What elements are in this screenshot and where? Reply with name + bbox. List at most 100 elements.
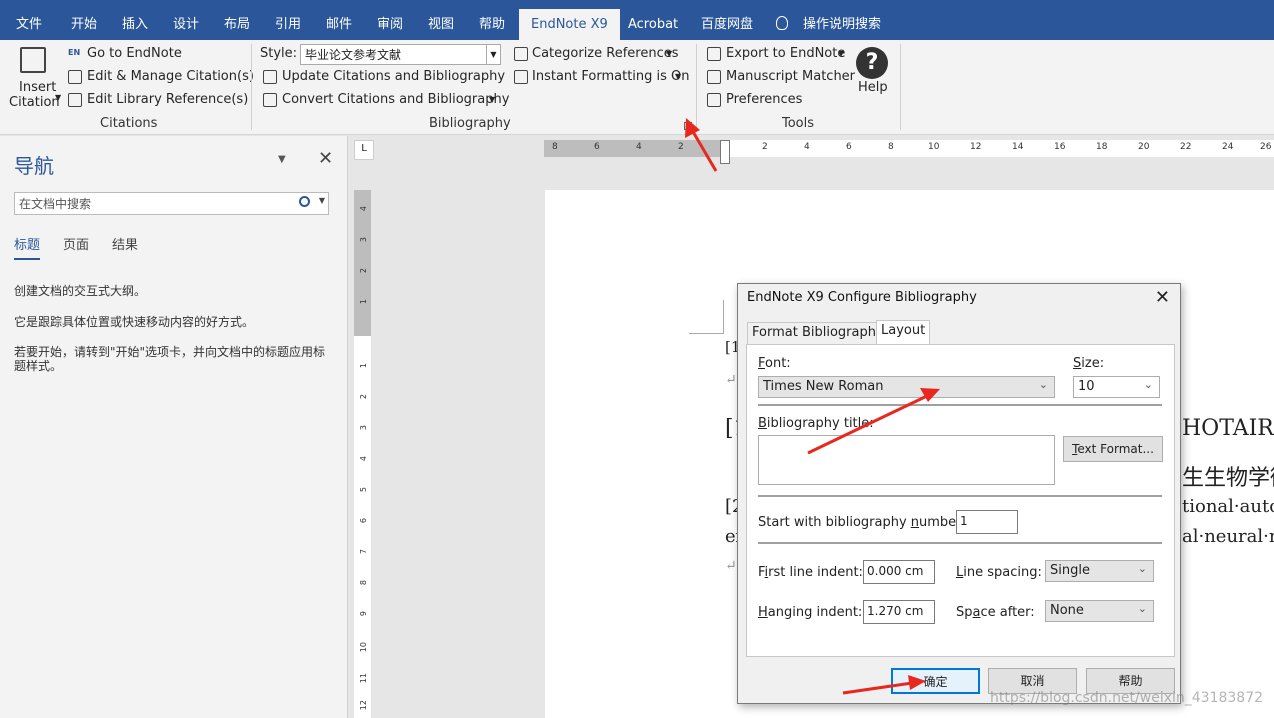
chevron-down-icon[interactable]: ▼ xyxy=(675,72,681,81)
ruler-tick: 4 xyxy=(804,142,810,152)
ruler-tick: 2 xyxy=(359,268,368,274)
ruler-tick: 24 xyxy=(1222,142,1234,152)
ruler-tick: 8 xyxy=(359,580,368,586)
space-after-value: None xyxy=(1050,603,1084,618)
tell-me-search[interactable]: 操作说明搜索 xyxy=(803,9,881,40)
hanging-indent-label: Hanging indent: xyxy=(758,605,863,620)
style-value: 毕业论文参考文献 xyxy=(305,48,402,62)
chevron-down-icon[interactable]: ⌄ xyxy=(1144,378,1153,391)
insert-citation-label[interactable]: Insert xyxy=(19,80,56,95)
edit-citation-icon xyxy=(68,70,82,84)
tab-help[interactable]: 帮助 xyxy=(479,9,505,40)
start-number-input[interactable]: 1 xyxy=(956,510,1018,534)
nav-tab-results[interactable]: 结果 xyxy=(112,234,138,253)
update-citations-button[interactable]: Update Citations and Bibliography xyxy=(282,69,505,84)
ruler-tick: 1 xyxy=(359,299,368,305)
space-after-select[interactable]: None ⌄ xyxy=(1045,600,1154,622)
tab-file[interactable]: 文件 xyxy=(16,9,42,40)
style-select[interactable]: 毕业论文参考文献 ▼ xyxy=(300,44,501,65)
font-select[interactable]: Times New Roman ⌄ xyxy=(758,376,1055,398)
line-spacing-value: Single xyxy=(1050,563,1090,578)
tab-home[interactable]: 开始 xyxy=(71,9,97,40)
manuscript-matcher-button[interactable]: Manuscript Matcher xyxy=(726,69,855,84)
ruler-tick: 14 xyxy=(1012,142,1024,152)
group-separator xyxy=(251,44,252,130)
ruler-tick: 2 xyxy=(678,142,684,152)
ruler-tick: 26 xyxy=(1260,142,1272,152)
nav-tab-pages[interactable]: 页面 xyxy=(63,234,89,253)
tab-mailings[interactable]: 邮件 xyxy=(326,9,352,40)
ruler-tick: 12 xyxy=(359,700,368,711)
margin-corner-marker xyxy=(689,300,724,334)
text-format-button[interactable]: Text Format... xyxy=(1063,436,1163,462)
chevron-down-icon[interactable]: ▼ xyxy=(838,49,844,58)
first-line-indent-input[interactable]: 0.000 cm xyxy=(863,560,935,584)
endnote-logo-icon: EN xyxy=(68,48,81,57)
tab-references[interactable]: 引用 xyxy=(275,9,301,40)
doc-fragment: 生生物学御 xyxy=(1182,466,1274,491)
ruler-tick: 2 xyxy=(762,142,768,152)
tab-review[interactable]: 审阅 xyxy=(377,9,403,40)
bibliography-title-input[interactable] xyxy=(758,435,1055,485)
convert-citations-icon xyxy=(263,93,277,107)
tab-selector[interactable]: L xyxy=(354,140,374,160)
export-to-endnote-button[interactable]: Export to EndNote xyxy=(726,46,845,61)
chevron-down-icon[interactable]: ▼ xyxy=(278,154,286,165)
tab-endnote[interactable]: EndNote X9 xyxy=(519,9,620,40)
close-icon[interactable]: ✕ xyxy=(1155,287,1170,308)
tab-insert[interactable]: 插入 xyxy=(122,9,148,40)
ruler-margin-shade xyxy=(354,190,371,336)
chevron-down-icon[interactable]: ▼ xyxy=(666,49,672,58)
nav-search-input[interactable]: 在文档中搜索 ▼ xyxy=(14,192,329,215)
size-select[interactable]: 10 ⌄ xyxy=(1073,376,1160,398)
nav-tab-headings[interactable]: 标题 xyxy=(14,234,41,260)
chevron-down-icon[interactable]: ⌄ xyxy=(1138,602,1147,615)
divider xyxy=(758,404,1162,406)
tab-format-bibliography[interactable]: Format Bibliography xyxy=(747,322,889,344)
insert-citation-dropdown[interactable]: Citation xyxy=(9,95,60,110)
close-icon[interactable]: ✕ xyxy=(318,148,333,169)
indent-marker-icon[interactable] xyxy=(720,140,730,164)
tab-design[interactable]: 设计 xyxy=(173,9,199,40)
ok-button[interactable]: 确定 xyxy=(891,668,980,694)
hanging-indent-input[interactable]: 1.270 cm xyxy=(863,600,935,624)
tab-acrobat[interactable]: Acrobat xyxy=(628,9,678,40)
help-button[interactable]: Help xyxy=(858,80,888,95)
edit-library-reference-button[interactable]: Edit Library Reference(s) xyxy=(87,92,248,107)
tab-baidu-pan[interactable]: 百度网盘 xyxy=(701,9,753,40)
edit-manage-citations-button[interactable]: Edit & Manage Citation(s) xyxy=(87,69,254,84)
go-to-endnote-button[interactable]: Go to EndNote xyxy=(87,46,182,61)
categorize-references-button[interactable]: Categorize References xyxy=(532,46,679,61)
ruler-tick: 8 xyxy=(888,142,894,152)
instant-formatting-button[interactable]: Instant Formatting is On xyxy=(532,69,690,84)
tab-layout[interactable]: 布局 xyxy=(224,9,250,40)
ruler-margin-shade xyxy=(544,140,724,157)
ruler-tick: 7 xyxy=(359,549,368,555)
convert-citations-button[interactable]: Convert Citations and Bibliography xyxy=(282,92,509,107)
chevron-down-icon[interactable]: ⌄ xyxy=(1039,378,1048,391)
bibliography-dialog-launcher-icon[interactable] xyxy=(684,122,692,130)
group-separator xyxy=(900,44,901,130)
preferences-button[interactable]: Preferences xyxy=(726,92,802,107)
search-icon[interactable] xyxy=(299,196,310,207)
tab-layout[interactable]: Layout xyxy=(876,320,931,345)
nav-hint-line2: 它是跟踪具体位置或快速移动内容的好方式。 xyxy=(14,315,255,329)
help-icon[interactable]: ? xyxy=(856,47,888,79)
chevron-down-icon[interactable]: ▼ xyxy=(489,95,495,104)
instant-formatting-icon xyxy=(514,70,528,84)
dialog-title: EndNote X9 Configure Bibliography xyxy=(747,290,977,305)
nav-hint-line3: 若要开始，请转到"开始"选项卡，并向文档中的标题应用标题样式。 xyxy=(14,345,326,373)
chevron-down-icon[interactable]: ▼ xyxy=(55,93,61,102)
line-spacing-select[interactable]: Single ⌄ xyxy=(1045,560,1154,582)
horizontal-ruler[interactable]: 8 6 4 2 2 4 6 8 10 12 14 16 18 20 22 24 … xyxy=(544,140,1274,164)
chevron-down-icon[interactable]: ⌄ xyxy=(1138,562,1147,575)
vertical-ruler[interactable]: 4 3 2 1 1 2 3 4 5 6 7 8 9 10 11 12 xyxy=(354,190,371,718)
style-label: Style: xyxy=(260,46,298,61)
chevron-down-icon[interactable]: ▼ xyxy=(486,45,500,64)
tab-view[interactable]: 视图 xyxy=(428,9,454,40)
size-value: 10 xyxy=(1078,379,1095,394)
layout-panel: Font: Times New Roman ⌄ Size: 10 ⌄ Bibli… xyxy=(746,344,1175,657)
ruler-tick: 3 xyxy=(359,237,368,243)
chevron-down-icon[interactable]: ▼ xyxy=(319,196,325,205)
ruler-tick: 10 xyxy=(359,642,368,653)
